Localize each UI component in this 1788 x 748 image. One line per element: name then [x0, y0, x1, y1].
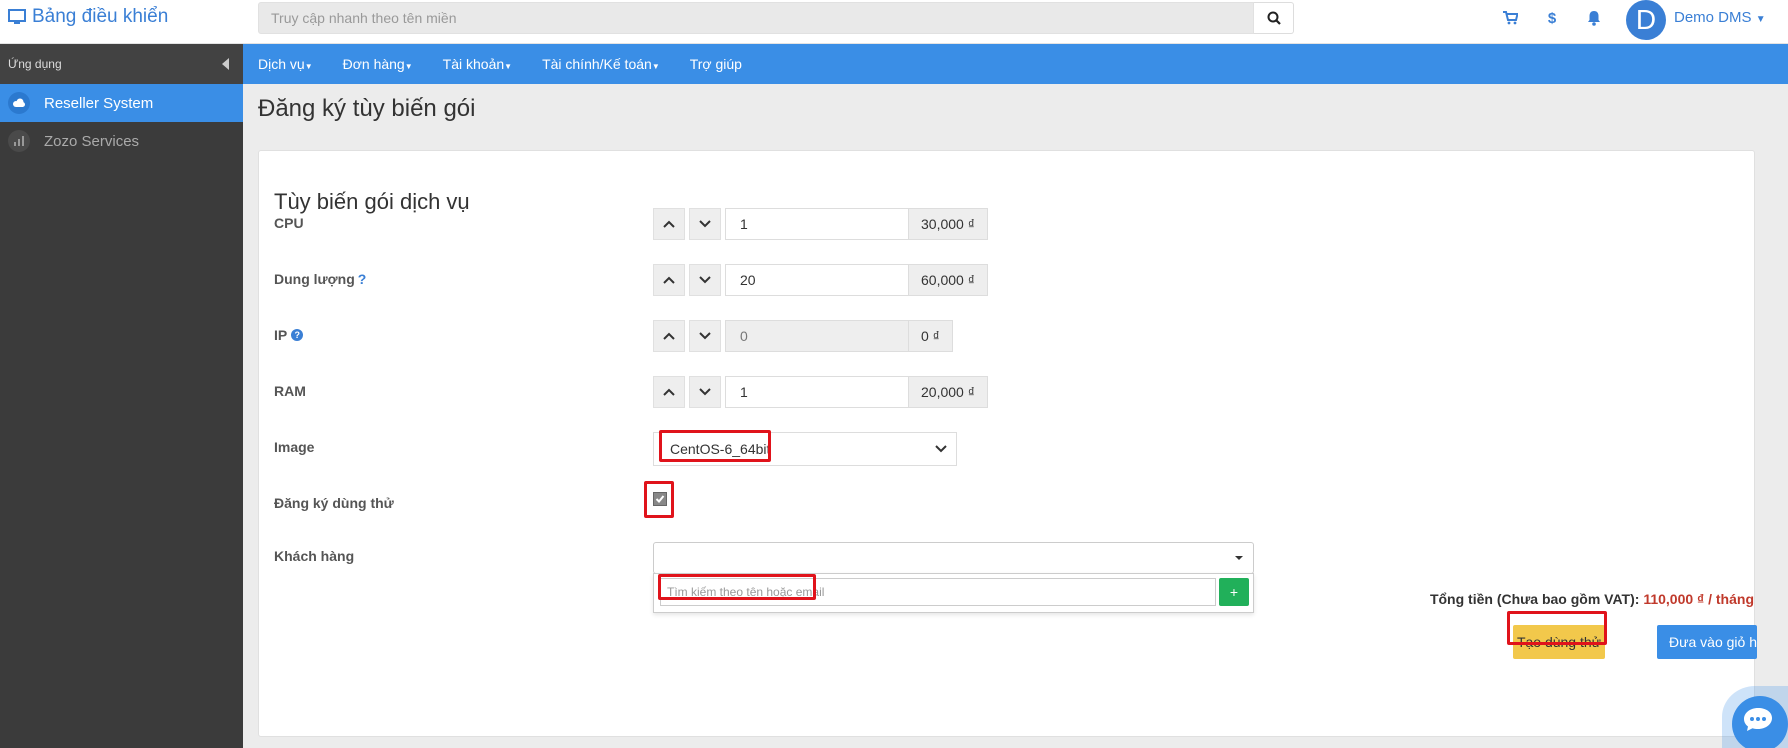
search-icon — [1267, 11, 1281, 25]
image-label: Image — [274, 439, 315, 455]
user-name: Demo DMS — [1674, 9, 1752, 26]
image-selected-value: CentOS-6_64bit — [670, 441, 771, 457]
page-title: Đăng ký tùy biến gói — [258, 95, 476, 122]
add-to-cart-button[interactable]: Đưa vào giỏ hàng — [1657, 625, 1757, 659]
image-select[interactable]: CentOS-6_64bit — [653, 432, 957, 466]
ip-label-group: IP ? — [274, 327, 304, 343]
storage-increase-button[interactable] — [653, 264, 685, 296]
brand-title: Bảng điều khiển — [32, 6, 169, 27]
storage-price: 60,000 ₫ — [909, 264, 988, 296]
caret-down-icon: ▼ — [1755, 14, 1766, 25]
trial-label: Đăng ký dùng thử — [274, 495, 394, 511]
search-button[interactable] — [1254, 2, 1294, 34]
chevron-down-icon — [935, 445, 947, 453]
add-customer-button[interactable]: + — [1219, 578, 1249, 606]
chevron-up-icon — [663, 388, 675, 396]
chevron-down-icon — [699, 332, 711, 340]
chart-icon — [8, 130, 30, 152]
monitor-icon — [8, 9, 26, 24]
chevron-up-icon — [663, 332, 675, 340]
chevron-up-icon — [663, 220, 675, 228]
caret-down-icon: ▼ — [651, 62, 660, 71]
sidebar-title: Ứng dụng — [8, 57, 62, 71]
sidebar-item-label: Reseller System — [44, 94, 154, 112]
card-title: Tùy biến gói dịch vụ — [274, 189, 470, 214]
brand-link[interactable]: Bảng điều khiển — [8, 6, 168, 28]
cart-icon[interactable] — [1500, 8, 1520, 28]
total-label: Tổng tiền (Chưa bao gồm VAT): — [1429, 591, 1640, 607]
top-icons: $ — [1500, 8, 1604, 28]
trial-checkbox[interactable] — [653, 492, 667, 506]
chat-widget[interactable] — [1722, 686, 1788, 748]
nav-services[interactable]: Dịch vụ▼ — [258, 56, 313, 72]
cpu-decrease-button[interactable] — [689, 208, 721, 240]
customer-select[interactable] — [653, 542, 1254, 574]
top-bar: Bảng điều khiển Truy cập nhanh theo tên … — [0, 0, 1788, 44]
avatar[interactable]: D — [1626, 0, 1666, 40]
customer-search-input[interactable]: Tìm kiếm theo tên hoặc email — [660, 578, 1216, 606]
sidebar-item-label: Zozo Services — [44, 132, 140, 150]
cpu-quantity-input[interactable]: 1 — [725, 208, 909, 240]
storage-quantity-input[interactable]: 20 — [725, 264, 909, 296]
ram-increase-button[interactable] — [653, 376, 685, 408]
ip-increase-button[interactable] — [653, 320, 685, 352]
check-icon — [655, 495, 665, 503]
package-form-card: Tùy biến gói dịch vụ CPU 1 30,000 ₫ Dung… — [258, 150, 1757, 737]
ip-quantity-input[interactable]: 0 — [725, 320, 909, 352]
chevron-up-icon — [663, 276, 675, 284]
help-icon[interactable]: ? — [358, 271, 367, 287]
cpu-label: CPU — [274, 215, 304, 231]
nav-help[interactable]: Trợ giúp — [690, 56, 742, 72]
total-summary: Tổng tiền (Chưa bao gồm VAT): 110,000 ₫ … — [1354, 591, 1754, 607]
sidebar-header: Ứng dụng — [0, 44, 243, 84]
cloud-icon — [8, 92, 30, 114]
ram-price: 20,000 ₫ — [909, 376, 988, 408]
storage-label: Dung lượng — [274, 271, 355, 287]
question-circle-icon[interactable]: ? — [291, 329, 304, 341]
caret-down-icon: ▼ — [304, 62, 313, 71]
storage-decrease-button[interactable] — [689, 264, 721, 296]
nav-account[interactable]: Tài khoản▼ — [443, 56, 512, 72]
nav-orders[interactable]: Đơn hàng▼ — [343, 56, 413, 72]
sidebar-item-reseller-system[interactable]: Reseller System — [0, 84, 243, 122]
chat-icon — [1732, 696, 1788, 748]
storage-stepper: 20 60,000 ₫ — [653, 264, 988, 296]
dollar-icon[interactable]: $ — [1542, 8, 1562, 28]
bell-icon[interactable] — [1584, 8, 1604, 28]
cpu-price: 30,000 ₫ — [909, 208, 988, 240]
sidebar-item-zozo-services[interactable]: Zozo Services — [0, 122, 243, 160]
search-input[interactable]: Truy cập nhanh theo tên miền — [258, 2, 1254, 34]
ip-price: 0 ₫ — [909, 320, 953, 352]
user-menu[interactable]: Demo DMS ▼ — [1674, 9, 1766, 26]
cpu-stepper: 1 30,000 ₫ — [653, 208, 988, 240]
collapse-icon[interactable] — [222, 58, 229, 70]
ram-label: RAM — [274, 383, 306, 399]
customer-dropdown: Tìm kiếm theo tên hoặc email + — [653, 573, 1254, 613]
search-bar: Truy cập nhanh theo tên miền — [258, 2, 1294, 36]
ip-stepper: 0 0 ₫ — [653, 320, 953, 352]
caret-down-icon: ▼ — [404, 62, 413, 71]
customer-label: Khách hàng — [274, 548, 355, 564]
create-trial-button[interactable]: Tạo dùng thử — [1513, 625, 1605, 659]
sidebar: Ứng dụng Reseller System Zozo Services — [0, 44, 243, 748]
chevron-down-icon — [699, 276, 711, 284]
nav-finance[interactable]: Tài chính/Kế toán▼ — [542, 56, 660, 72]
ip-decrease-button[interactable] — [689, 320, 721, 352]
caret-down-icon — [1235, 556, 1243, 560]
main-nav: Dịch vụ▼ Đơn hàng▼ Tài khoản▼ Tài chính/… — [243, 44, 1788, 84]
storage-label-group: Dung lượng? — [274, 271, 366, 287]
ram-quantity-input[interactable]: 1 — [725, 376, 909, 408]
total-amount: 110,000 ₫ / tháng — [1643, 591, 1754, 607]
ram-decrease-button[interactable] — [689, 376, 721, 408]
ram-stepper: 1 20,000 ₫ — [653, 376, 988, 408]
chevron-down-icon — [699, 388, 711, 396]
caret-down-icon: ▼ — [504, 62, 513, 71]
ip-label: IP — [274, 327, 288, 343]
cpu-increase-button[interactable] — [653, 208, 685, 240]
chevron-down-icon — [699, 220, 711, 228]
